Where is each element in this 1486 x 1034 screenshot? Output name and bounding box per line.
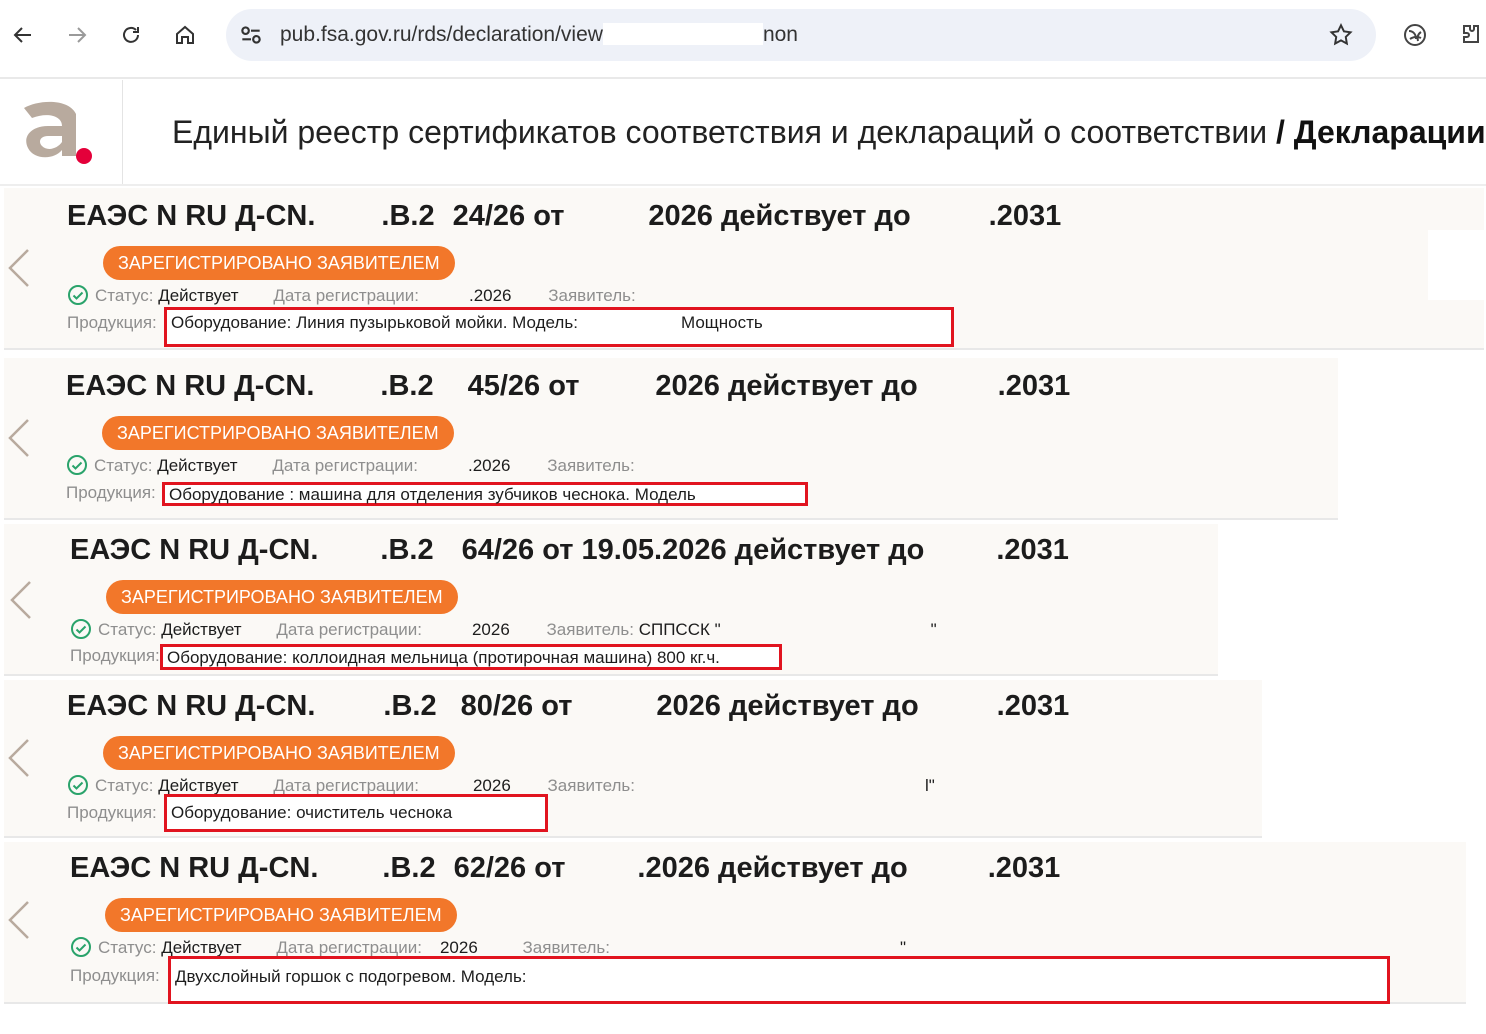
home-button[interactable]: [168, 18, 202, 52]
bookmark-star-icon[interactable]: [1328, 22, 1354, 48]
home-icon: [176, 25, 194, 44]
product-label: Продукция:: [67, 313, 157, 332]
reg-date-value: .2026: [467, 456, 511, 475]
status-value: Действует: [161, 938, 242, 957]
status-value: Действует: [161, 620, 242, 639]
chevron-left-icon[interactable]: [6, 246, 32, 290]
declaration-card[interactable]: ЕАЭС N RU Д-CN. .B.2 64/26 от 19.05.2026 д…: [4, 524, 1218, 676]
check-circle-icon: [67, 455, 87, 475]
status-row: Статус: Действует Дата регистрации: .2026…: [67, 284, 636, 306]
chevron-left-icon[interactable]: [6, 736, 32, 780]
check-circle-icon: [71, 937, 91, 957]
reg-date-value: 2026: [472, 776, 511, 795]
declaration-number[interactable]: ЕАЭС N RU Д-CN. .B.2 62/26 от .2026 действу…: [70, 852, 1060, 885]
product-highlight-box: Оборудование : машина для отделения зубч…: [162, 482, 808, 506]
product-highlight-box: Двухслойный горшок с подогревом. Модель:: [168, 956, 1390, 1004]
reload-icon: [123, 26, 139, 43]
status-value: Действует: [158, 776, 239, 795]
product-value: Двухслойный горшок с подогревом. Модель:: [175, 967, 527, 986]
chevron-left-icon[interactable]: [6, 898, 32, 942]
declaration-number[interactable]: ЕАЭС N RU Д-CN. .B.2 64/26 от 19.05.2026 д…: [70, 534, 1069, 567]
status-row: Статус: Действует Дата регистрации: 2026 …: [67, 774, 935, 796]
back-button[interactable]: [6, 18, 40, 52]
declaration-card[interactable]: ЕАЭС N RU Д-CN. .B.2 24/26 от 2026 действуе…: [4, 188, 1484, 350]
reload-button[interactable]: [114, 18, 148, 52]
site-header: Единый реестр сертификатов соответствия …: [0, 80, 1486, 184]
product-value: Оборудование: очиститель чеснока: [171, 803, 453, 822]
chevron-left-icon[interactable]: [6, 416, 32, 460]
extension-icon[interactable]: [1400, 20, 1430, 50]
status-badge: ЗАРЕГИСТРИРОВАНО ЗАЯВИТЕЛЕМ: [105, 898, 457, 932]
address-bar[interactable]: pub.fsa.gov.ru/rds/declaration/view non: [226, 9, 1376, 61]
declaration-card[interactable]: ЕАЭС N RU Д-CN. .B.2 80/26 от 2026 действуе…: [4, 680, 1262, 838]
product-label: Продукция:: [70, 966, 160, 985]
reg-date-value: .2026: [468, 286, 512, 305]
status-row: Статус: Действует Дата регистрации: 2026 …: [70, 618, 937, 640]
header-divider: [0, 184, 1486, 186]
declaration-card[interactable]: ЕАЭС N RU Д-CN. .B.2 45/26 от 2026 действуе…: [4, 358, 1338, 520]
site-logo[interactable]: [0, 80, 123, 184]
chevron-left-icon[interactable]: [8, 578, 34, 622]
product-highlight-box: Оборудование: Линия пузырьковой мойки. М…: [164, 307, 954, 347]
product-label: Продукция:: [70, 646, 160, 665]
reg-date-value: 2026: [471, 620, 510, 639]
check-circle-icon: [71, 619, 91, 639]
declaration-number[interactable]: ЕАЭС N RU Д-CN. .B.2 24/26 от 2026 действуе…: [67, 200, 1061, 233]
check-circle-icon: [68, 775, 88, 795]
page-title: Единый реестр сертификатов соответствия …: [172, 114, 1486, 150]
status-value: Действует: [158, 286, 239, 305]
declaration-number[interactable]: ЕАЭС N RU Д-CN. .B.2 45/26 от 2026 действуе…: [66, 370, 1070, 403]
fsa-logo-icon: [24, 101, 92, 164]
product-highlight-box: Оборудование: очиститель чеснока: [164, 794, 548, 832]
status-badge: ЗАРЕГИСТРИРОВАНО ЗАЯВИТЕЛЕМ: [103, 246, 455, 280]
applicant-value: СППССК ": [638, 620, 721, 639]
status-row: Статус: Действует Дата регистрации: 2026 …: [70, 936, 906, 958]
puzzle-extensions-icon[interactable]: [1456, 20, 1486, 50]
url-text: pub.fsa.gov.ru/rds/declaration/view non: [280, 23, 798, 46]
product-highlight-box: Оборудование: коллоидная мельница (проти…: [160, 644, 782, 670]
status-row: Статус: Действует Дата регистрации: .2026…: [66, 454, 635, 476]
status-badge: ЗАРЕГИСТРИРОВАНО ЗАЯВИТЕЛЕМ: [103, 736, 455, 770]
product-value: Оборудование: коллоидная мельница (проти…: [167, 648, 720, 667]
arrow-right-icon: [69, 27, 87, 43]
status-badge: ЗАРЕГИСТРИРОВАНО ЗАЯВИТЕЛЕМ: [102, 416, 454, 450]
redaction-block: [1428, 230, 1484, 300]
product-label: Продукция:: [67, 803, 157, 822]
reg-date-value: 2026: [439, 938, 478, 957]
declaration-card[interactable]: ЕАЭС N RU Д-CN. .B.2 62/26 от .2026 действу…: [4, 842, 1466, 1004]
status-value: Действует: [157, 456, 238, 475]
browser-toolbar: pub.fsa.gov.ru/rds/declaration/view non: [0, 0, 1486, 72]
status-badge: ЗАРЕГИСТРИРОВАНО ЗАЯВИТЕЛЕМ: [106, 580, 458, 614]
product-value: Оборудование: Линия пузырьковой мойки. М…: [171, 313, 578, 332]
product-extra-value: Мощность: [681, 313, 763, 332]
product-label: Продукция:: [66, 483, 156, 502]
product-value: Оборудование : машина для отделения зубч…: [169, 485, 696, 504]
site-settings-icon[interactable]: [238, 22, 264, 48]
declaration-number[interactable]: ЕАЭС N RU Д-CN. .B.2 80/26 от 2026 действуе…: [67, 690, 1069, 723]
arrow-left-icon: [13, 27, 31, 43]
check-circle-icon: [68, 285, 88, 305]
toolbar-divider: [0, 77, 1486, 79]
forward-button[interactable]: [60, 18, 94, 52]
